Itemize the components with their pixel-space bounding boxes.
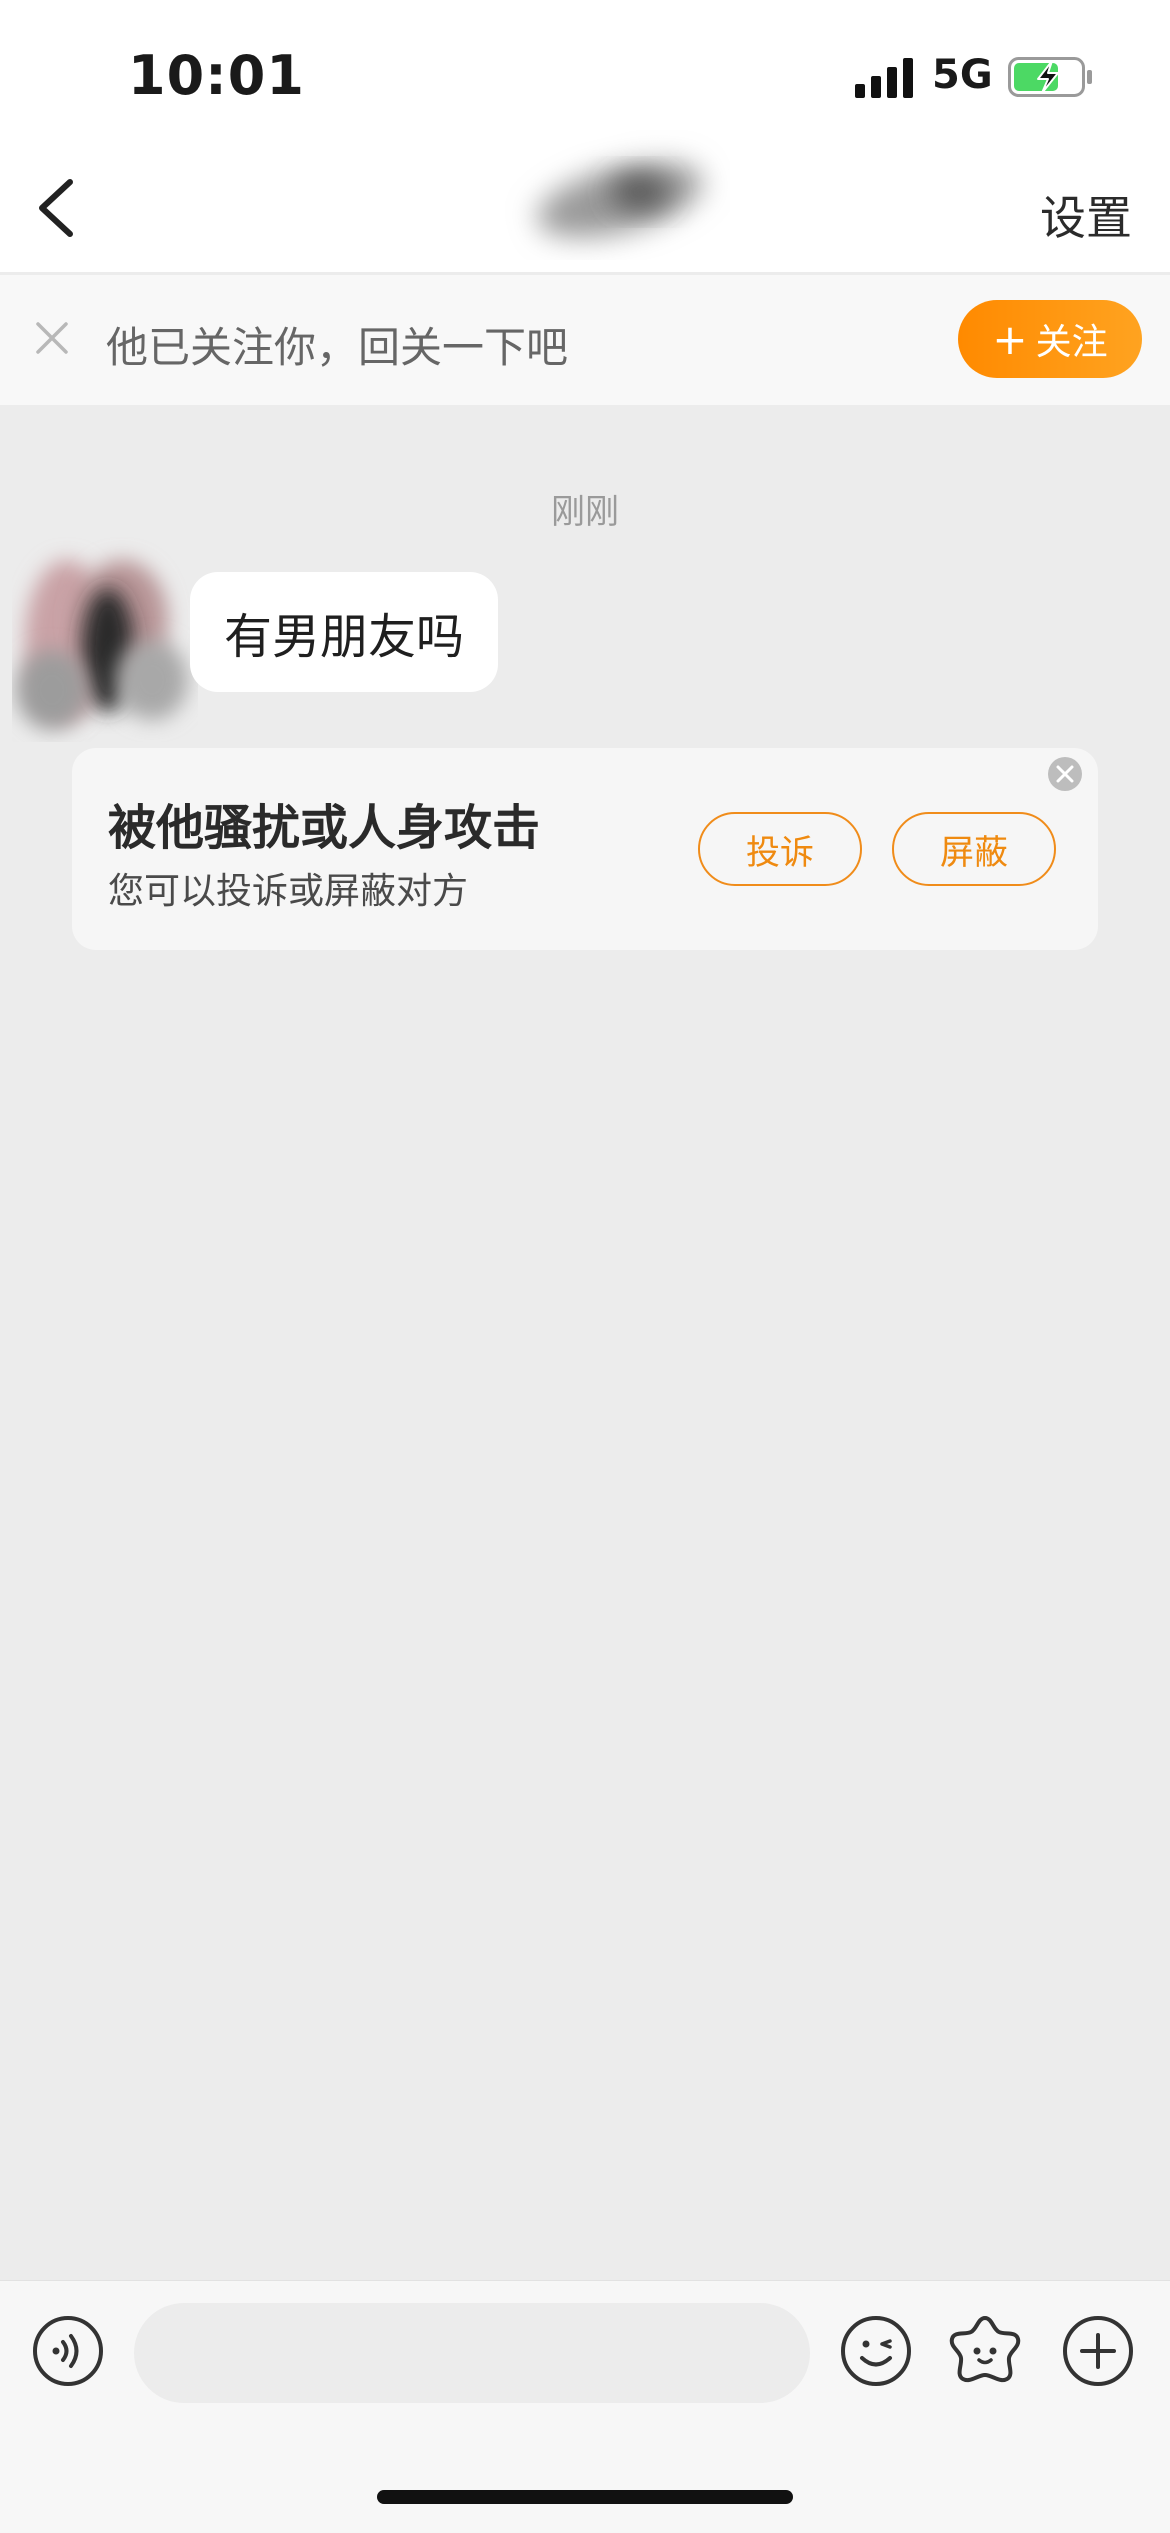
battery-charging-icon [1008, 57, 1092, 97]
follow-button[interactable]: + 关注 [958, 300, 1142, 378]
plus-icon: + [992, 314, 1028, 364]
harassment-title: 被他骚扰或人身攻击 [108, 800, 541, 856]
home-indicator [377, 2490, 793, 2504]
plus-circle-icon[interactable] [1062, 2315, 1134, 2387]
contact-name-blurred [537, 162, 703, 238]
sticker-icon[interactable] [948, 2313, 1022, 2387]
status-time: 10:01 [128, 44, 305, 107]
message-input[interactable] [134, 2303, 810, 2403]
message-timestamp: 刚刚 [551, 492, 619, 532]
network-type: 5G [932, 52, 993, 98]
emoji-icon[interactable] [840, 2315, 912, 2387]
harassment-subtitle: 您可以投诉或屏蔽对方 [108, 871, 469, 912]
back-icon[interactable] [20, 168, 90, 248]
voice-icon[interactable] [32, 2315, 104, 2387]
message-bubble[interactable]: 有男朋友吗 [190, 572, 499, 692]
report-button[interactable]: 投诉 [698, 812, 862, 886]
signal-icon [855, 58, 913, 98]
block-button[interactable]: 屏蔽 [892, 812, 1056, 886]
close-icon[interactable] [30, 316, 74, 360]
follow-button-label: 关注 [1035, 322, 1108, 363]
close-circle-icon[interactable] [1047, 756, 1083, 792]
avatar[interactable] [12, 530, 198, 742]
follow-banner-text: 他已关注你，回关一下吧 [106, 323, 569, 372]
settings-button[interactable]: 设置 [1040, 182, 1132, 248]
